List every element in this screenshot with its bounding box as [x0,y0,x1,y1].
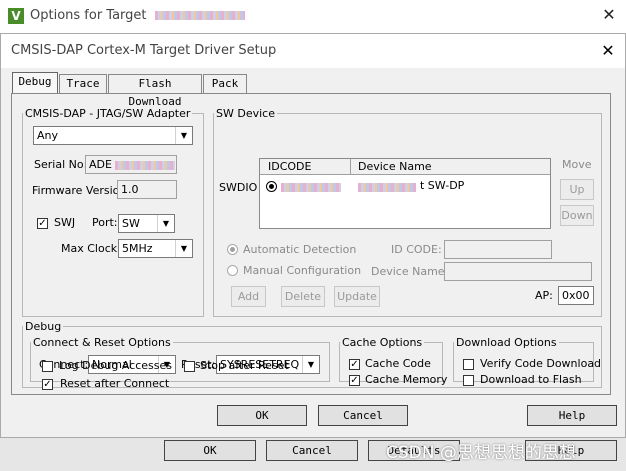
tab-debug[interactable]: Debug [12,72,58,94]
swdio-label: SWDIO [219,181,258,194]
chevron-down-icon: ▼ [175,127,192,144]
chevron-down-icon: ▼ [157,215,174,232]
manual-config-label: Manual Configuration [243,264,362,277]
move-up-button[interactable]: Up [560,179,594,200]
move-label: Move [562,158,592,171]
serial-number-value: ADE [89,158,112,171]
verify-download-checkbox[interactable] [463,359,474,370]
cache-memory-checkbox[interactable]: ✓ [349,375,360,386]
device-name-label: Device Name: [371,265,449,278]
max-clock-select[interactable]: 5MHz ▼ [118,239,193,258]
tab-pack[interactable]: Pack [203,74,247,93]
add-button[interactable]: Add [231,286,266,307]
target-driver-dialog: CMSIS-DAP Cortex-M Target Driver Setup ✕… [0,33,626,438]
redacted-target-name [154,11,245,20]
stop-after-reset-checkbox[interactable] [184,361,195,372]
adapter-group-legend: CMSIS-DAP - JTAG/SW Adapter [25,107,191,120]
device-name-field[interactable] [444,262,592,281]
delete-button[interactable]: Delete [281,286,325,307]
id-code-label: ID CODE: [391,243,442,256]
cache-memory-label: Cache Memory [365,373,448,386]
ok-button[interactable]: OK [217,405,307,426]
max-clock-value: 5MHz [122,242,153,255]
reset-after-connect-checkbox[interactable]: ✓ [42,379,53,390]
outer-title-text: Options for Target [30,8,147,23]
watermark-text: CSDN @思想思想的思想 [386,443,576,463]
auto-detection-label: Automatic Detection [243,243,357,256]
max-clock-label: Max Clock: [61,242,121,255]
download-flash-label: Download to Flash [480,373,582,386]
update-button[interactable]: Update [334,286,380,307]
reset-after-connect-label: Reset after Connect [60,377,170,390]
download-flash-checkbox[interactable] [463,375,474,386]
debug-group-legend: Debug [25,320,62,333]
help-button[interactable]: Help [527,405,617,426]
dialog-close-icon[interactable]: ✕ [597,40,619,62]
radio-dot [269,184,274,189]
redacted-serial [115,160,176,170]
cache-code-label: Cache Code [365,357,431,370]
redacted-device-name [358,183,416,192]
adapter-select[interactable]: Any ▼ [33,126,193,145]
col-device-name-header: Device Name [358,160,432,173]
uvision-app-icon: V [8,8,24,24]
adapter-select-value: Any [37,129,59,142]
id-code-field[interactable] [444,240,552,259]
table-row-radio[interactable] [266,181,277,192]
ap-label: AP: [535,289,553,302]
stop-after-reset-label: Stop after Reset [200,359,289,372]
move-down-button[interactable]: Down [560,205,594,226]
cache-options-legend: Cache Options [342,336,423,349]
log-debug-label: Log Debug Accesses [59,359,172,372]
tab-trace[interactable]: Trace [59,74,107,93]
tab-flash-download[interactable]: Flash Download [108,74,202,108]
outer-close-icon[interactable]: ✕ [598,4,620,26]
dialog-title: CMSIS-DAP Cortex-M Target Driver Setup [11,43,277,58]
chevron-down-icon: ▼ [175,240,192,257]
table-row-device-name: t SW-DP [420,179,465,192]
swj-label: SWJ [54,216,76,229]
col-idcode-header: IDCODE [268,160,312,173]
serial-number-field[interactable]: ADE [85,155,177,174]
ap-field[interactable]: 0x00 [558,286,594,305]
download-options-legend: Download Options [456,336,557,349]
outer-ok-button[interactable]: OK [164,440,256,461]
firmware-version-field: 1.0 [117,180,177,199]
cache-code-checkbox[interactable]: ✓ [349,359,360,370]
outer-window-title: Options for Target [30,8,245,23]
connect-reset-legend: Connect & Reset Options [33,336,171,349]
log-debug-checkbox[interactable] [42,361,53,372]
redacted-idcode [281,183,341,192]
header-divider [350,159,351,175]
debug-tab-panel: CMSIS-DAP - JTAG/SW Adapter Any ▼ Serial… [11,93,611,395]
swj-checkbox[interactable]: ✓ [37,218,48,229]
port-select-value: SW [122,217,140,230]
sw-device-table[interactable]: IDCODE Device Name t SW-DP [259,158,551,229]
manual-config-radio[interactable] [227,265,238,276]
verify-download-label: Verify Code Download [480,357,602,370]
auto-detection-radio[interactable] [227,244,238,255]
cancel-button[interactable]: Cancel [318,405,408,426]
port-select[interactable]: SW ▼ [118,214,175,233]
firmware-label: Firmware Version: [32,184,131,197]
sw-device-legend: SW Device [216,107,275,120]
serial-label: Serial No: [34,158,88,171]
port-label: Port: [92,216,118,229]
chevron-down-icon: ▼ [302,356,319,373]
outer-cancel-button[interactable]: Cancel [266,440,358,461]
